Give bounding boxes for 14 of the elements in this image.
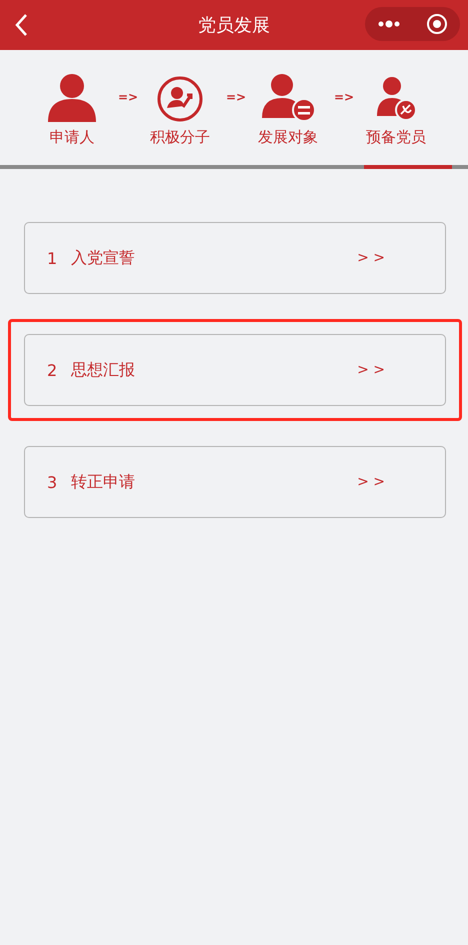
menu-item[interactable]: 3 转正申请 > > (24, 446, 446, 518)
person-up-icon (157, 76, 203, 122)
step-tab[interactable]: 发展对象 (258, 128, 318, 147)
step-tab[interactable]: 积极分子 (150, 128, 210, 147)
person-badge-icon (260, 72, 316, 122)
close-icon[interactable] (426, 13, 448, 35)
step-tab[interactable]: 预备党员 (366, 128, 426, 147)
step-tab[interactable]: 申请人 (50, 128, 94, 147)
menu-item[interactable]: 2 思想汇报 > > (24, 334, 446, 406)
page-title: 党员发展 (198, 14, 270, 37)
back-icon[interactable] (14, 13, 28, 37)
person-icon (47, 72, 97, 122)
more-icon[interactable] (377, 20, 402, 28)
menu-item[interactable]: 1 入党宣誓 > > (24, 222, 446, 294)
